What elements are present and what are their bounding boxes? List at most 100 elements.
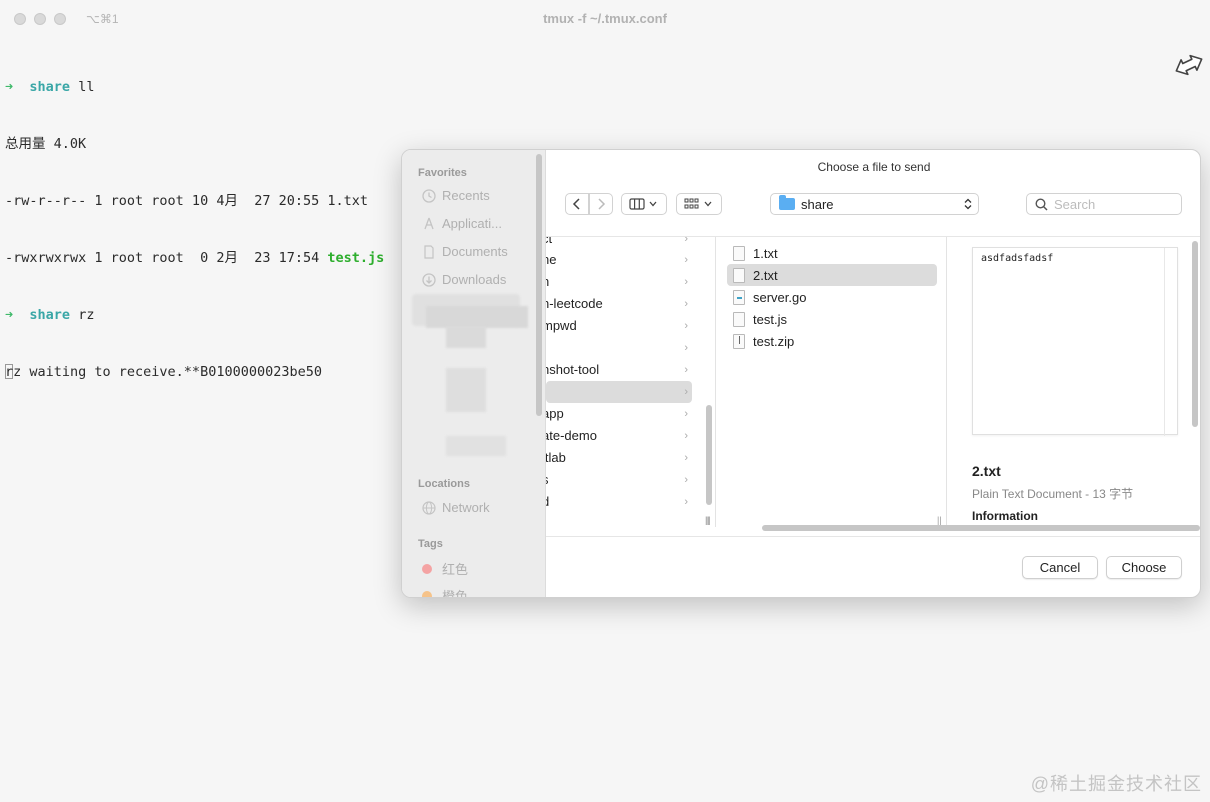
back-button[interactable] <box>565 193 589 215</box>
chevron-right-icon <box>598 198 606 210</box>
folder-column: ct› ne› n› n-leetcode› mpwd› › nshot-too… <box>546 237 716 527</box>
chevron-right-icon: › <box>684 320 688 332</box>
window-titlebar: ⌥⌘1 tmux -f ~/.tmux.conf <box>0 0 1210 38</box>
folder-label: app <box>546 406 564 421</box>
file-item[interactable]: 1.txt <box>727 242 937 264</box>
sidebar-tag-red[interactable]: 红色 <box>422 559 468 578</box>
text-file-icon <box>733 311 745 327</box>
folder-item[interactable]: n› <box>546 271 692 293</box>
file-item[interactable]: test.js <box>727 308 937 330</box>
file-label: 1.txt <box>753 245 778 261</box>
file-item-selected[interactable]: 2.txt <box>727 264 937 286</box>
folder-item-selected[interactable]: › <box>546 381 692 403</box>
terminal-line: ➜ share ll <box>5 78 384 97</box>
sidebar-item-network[interactable]: Network <box>422 500 490 515</box>
terminal-line: 总用量 4.0K <box>5 136 87 152</box>
prompt-dir: share <box>29 307 71 323</box>
column-browser: ct› ne› n› n-leetcode› mpwd› › nshot-too… <box>546 236 1200 531</box>
folder-item[interactable]: ne › <box>546 249 692 271</box>
terminal-line: -rw-r--r-- 1 root root 10 4月 27 20:55 1.… <box>5 192 384 211</box>
view-options-button[interactable] <box>676 193 722 215</box>
sidebar-item-applications[interactable]: Applicati... <box>422 216 502 231</box>
resize-arrows-icon <box>1175 54 1203 76</box>
view-columns-button[interactable] <box>621 193 667 215</box>
folder-icon <box>779 195 795 210</box>
clock-icon <box>422 188 436 203</box>
chevron-right-icon: › <box>684 276 688 288</box>
redacted-block <box>446 326 486 348</box>
column-resize-handle[interactable]: || <box>937 515 942 525</box>
document-icon <box>424 244 434 259</box>
chevron-right-icon: › <box>684 386 688 398</box>
rz-status: rz waiting to receive.**B0100000023be50 <box>5 364 322 380</box>
sidebar-item-label: 红色 <box>442 562 469 577</box>
folder-label: ate-demo <box>546 428 597 443</box>
path-dropdown-label: share <box>801 196 834 212</box>
terminal-line: ➜ share rz <box>5 306 384 325</box>
folder-item[interactable]: itlab › <box>546 447 692 469</box>
folder-item[interactable]: ate-demo › <box>546 425 692 447</box>
window-title: tmux -f ~/.tmux.conf <box>543 11 667 26</box>
folder-item[interactable]: n-leetcode › <box>546 293 692 315</box>
text-file-icon <box>733 245 745 261</box>
sidebar-item-recents[interactable]: Recents <box>422 188 490 203</box>
search-field[interactable]: Search <box>1026 193 1182 215</box>
preview-thumbnail: asdfadsfadsf <box>972 247 1178 436</box>
folder-label: ne <box>546 252 557 267</box>
preview-info-header: Information <box>972 509 1038 523</box>
folder-label: itlab <box>546 450 566 465</box>
dialog-title: Choose a file to send <box>817 160 931 174</box>
sidebar-item-label: Downloads <box>442 272 507 287</box>
chevron-right-icon: › <box>684 474 688 486</box>
file-picker-dialog: Favorites Recents Applicati... Documents… <box>401 149 1201 598</box>
sidebar-scrollbar[interactable] <box>536 154 542 416</box>
file-item[interactable]: test.zip <box>727 330 937 352</box>
download-icon <box>422 272 436 287</box>
folder-item[interactable]: app › <box>546 403 692 425</box>
terminal-line: -rwxrwxrwx 1 root root 0 2月 23 17:54 tes… <box>5 249 384 268</box>
text-file-icon <box>733 267 745 283</box>
sidebar-item-label: Documents <box>442 244 508 259</box>
chevron-right-icon: › <box>684 452 688 464</box>
chevron-right-icon: › <box>684 496 688 508</box>
tag-dot-icon <box>422 563 432 574</box>
forward-button[interactable] <box>589 193 613 215</box>
folder-item[interactable]: mpwd › <box>546 315 692 337</box>
preview-filename: 2.txt <box>972 463 1001 479</box>
sidebar-item-documents[interactable]: Documents <box>422 244 508 259</box>
folder-item[interactable]: › <box>546 337 692 359</box>
redacted-block <box>446 368 486 412</box>
applications-icon <box>424 217 434 229</box>
folder-item[interactable]: nshot-tool › <box>546 359 692 381</box>
file-label: test.zip <box>753 333 795 349</box>
chevron-right-icon: › <box>684 254 688 266</box>
chevron-right-icon: › <box>684 342 688 354</box>
terminal-output[interactable]: ➜ share ll 总用量 4.0K -rw-r--r-- 1 root ro… <box>5 40 384 401</box>
folder-item[interactable]: d› <box>546 491 692 513</box>
terminal-line: rz waiting to receive.**B0100000023be50 <box>5 363 384 382</box>
redacted-block <box>446 436 506 456</box>
sidebar-header-favorites: Favorites <box>418 167 467 179</box>
sidebar-tag-orange[interactable]: 橙色 <box>422 586 468 597</box>
path-dropdown[interactable]: share <box>770 193 979 215</box>
choose-button[interactable]: Choose <box>1106 556 1182 579</box>
horizontal-scrollbar[interactable] <box>762 525 1200 531</box>
folder-label: mpwd <box>546 318 577 333</box>
prompt-dir: share <box>29 79 71 95</box>
folder-label: d <box>546 491 549 513</box>
column-resize-handle[interactable]: || <box>705 515 710 525</box>
chevron-right-icon: › <box>684 298 688 310</box>
folder-item[interactable]: s› <box>546 469 692 491</box>
sidebar-item-downloads[interactable]: Downloads <box>422 272 506 287</box>
file-column: 1.txt 2.txt server.go test.js test.zip |… <box>705 237 947 527</box>
cancel-button[interactable]: Cancel <box>1022 556 1098 579</box>
watermark: @稀土掘金技术社区 <box>1030 774 1202 794</box>
file-item[interactable]: server.go <box>727 286 937 308</box>
dialog-sidebar: Favorites Recents Applicati... Documents… <box>402 150 546 597</box>
prompt-command: rz <box>78 307 95 323</box>
folder-column-scrollbar[interactable] <box>706 405 712 505</box>
columns-view-icon <box>629 198 657 210</box>
updown-chevron-icon <box>964 198 972 210</box>
preview-scrollbar[interactable] <box>1192 241 1198 427</box>
folder-label: n <box>546 271 549 293</box>
